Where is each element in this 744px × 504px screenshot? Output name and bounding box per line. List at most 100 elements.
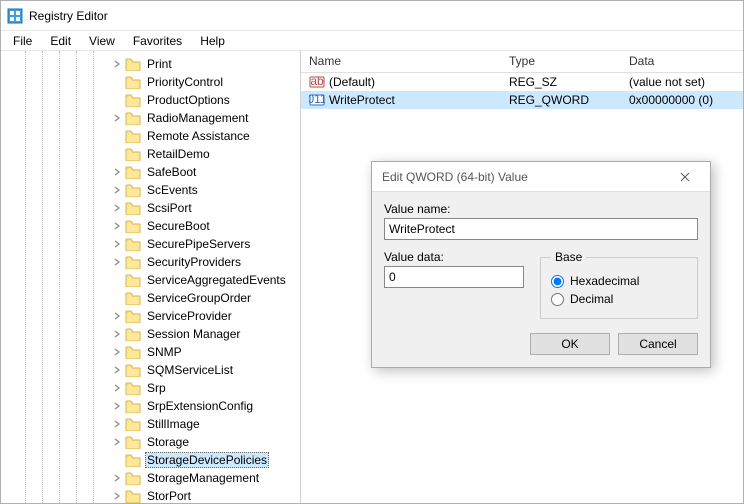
tree-item[interactable]: ScEvents	[1, 181, 300, 199]
folder-icon	[125, 255, 141, 269]
expander-icon[interactable]	[111, 112, 123, 124]
value-type: REG_QWORD	[501, 93, 621, 107]
radio-dec-input[interactable]	[551, 293, 564, 306]
app-icon	[7, 8, 23, 24]
expander-icon[interactable]	[111, 220, 123, 232]
titlebar[interactable]: Registry Editor	[1, 1, 743, 31]
tree-item-label: StorageManagement	[145, 471, 261, 485]
tree-item[interactable]: SecurePipeServers	[1, 235, 300, 253]
tree-item-label: SecurityProviders	[145, 255, 243, 269]
expander-icon[interactable]	[111, 436, 123, 448]
expander-icon[interactable]	[111, 400, 123, 412]
tree-item[interactable]: SrpExtensionConfig	[1, 397, 300, 415]
values-header[interactable]: Name Type Data	[301, 51, 743, 73]
tree-item[interactable]: StorageDevicePolicies	[1, 451, 300, 469]
expander-icon[interactable]	[111, 238, 123, 250]
tree-item[interactable]: PriorityControl	[1, 73, 300, 91]
expander-icon	[111, 274, 123, 286]
svg-text:ab: ab	[310, 74, 324, 88]
tree-item[interactable]: StorPort	[1, 487, 300, 503]
tree-item-label: StillImage	[145, 417, 202, 431]
svg-text:011: 011	[309, 92, 325, 106]
expander-icon[interactable]	[111, 310, 123, 322]
tree-item-label: PriorityControl	[145, 75, 225, 89]
menu-favorites[interactable]: Favorites	[125, 32, 190, 50]
tree-item[interactable]: SQMServiceList	[1, 361, 300, 379]
radio-hex-label: Hexadecimal	[570, 274, 639, 288]
tree-item[interactable]: ServiceAggregatedEvents	[1, 271, 300, 289]
menu-edit[interactable]: Edit	[42, 32, 79, 50]
menu-view[interactable]: View	[81, 32, 123, 50]
expander-icon[interactable]	[111, 58, 123, 70]
value-row[interactable]: ab(Default)REG_SZ(value not set)	[301, 73, 743, 91]
expander-icon[interactable]	[111, 382, 123, 394]
expander-icon[interactable]	[111, 256, 123, 268]
tree-item[interactable]: ServiceProvider	[1, 307, 300, 325]
tree-item[interactable]: StorageManagement	[1, 469, 300, 487]
tree-item[interactable]: ProductOptions	[1, 91, 300, 109]
expander-icon	[111, 148, 123, 160]
expander-icon[interactable]	[111, 346, 123, 358]
window-title: Registry Editor	[29, 9, 108, 23]
value-data-field[interactable]	[384, 266, 524, 288]
expander-icon[interactable]	[111, 202, 123, 214]
tree-item-label: SecurePipeServers	[145, 237, 252, 251]
folder-icon	[125, 111, 141, 125]
tree-item[interactable]: SNMP	[1, 343, 300, 361]
tree-item[interactable]: Session Manager	[1, 325, 300, 343]
column-header-type[interactable]: Type	[501, 51, 621, 72]
expander-icon	[111, 292, 123, 304]
ok-button[interactable]: OK	[530, 333, 610, 355]
close-icon[interactable]	[670, 167, 700, 187]
expander-icon	[111, 130, 123, 142]
tree-item[interactable]: StillImage	[1, 415, 300, 433]
dialog-title-text: Edit QWORD (64-bit) Value	[382, 170, 528, 184]
value-data-label: Value data:	[384, 250, 524, 264]
tree-item-label: ServiceAggregatedEvents	[145, 273, 288, 287]
tree-item[interactable]: SecurityProviders	[1, 253, 300, 271]
expander-icon[interactable]	[111, 184, 123, 196]
column-header-data[interactable]: Data	[621, 51, 743, 72]
values-list[interactable]: ab(Default)REG_SZ(value not set)011Write…	[301, 73, 743, 109]
tree-item[interactable]: Storage	[1, 433, 300, 451]
folder-icon	[125, 273, 141, 287]
column-header-name[interactable]: Name	[301, 51, 501, 72]
registry-tree[interactable]: Print PriorityControl ProductOptionsRadioM…	[1, 55, 300, 503]
expander-icon[interactable]	[111, 328, 123, 340]
menu-file[interactable]: File	[5, 32, 40, 50]
value-name-field[interactable]	[384, 218, 698, 240]
expander-icon[interactable]	[111, 166, 123, 178]
edit-qword-dialog: Edit QWORD (64-bit) Value Value name: Va…	[371, 161, 711, 368]
tree-item[interactable]: RetailDemo	[1, 145, 300, 163]
folder-icon	[125, 309, 141, 323]
expander-icon[interactable]	[111, 418, 123, 430]
tree-pane[interactable]: Print PriorityControl ProductOptionsRadioM…	[1, 51, 301, 503]
dialog-titlebar[interactable]: Edit QWORD (64-bit) Value	[372, 162, 710, 192]
tree-item-label: Remote Assistance	[145, 129, 252, 143]
tree-item[interactable]: Srp	[1, 379, 300, 397]
radio-hex[interactable]: Hexadecimal	[551, 274, 687, 288]
tree-item[interactable]: ScsiPort	[1, 199, 300, 217]
radio-hex-input[interactable]	[551, 275, 564, 288]
tree-item[interactable]: Remote Assistance	[1, 127, 300, 145]
tree-item[interactable]: Print	[1, 55, 300, 73]
tree-item[interactable]: RadioManagement	[1, 109, 300, 127]
value-row[interactable]: 011WriteProtectREG_QWORD0x00000000 (0)	[301, 91, 743, 109]
cancel-button[interactable]: Cancel	[618, 333, 698, 355]
tree-item-label: RetailDemo	[145, 147, 212, 161]
tree-item[interactable]: ServiceGroupOrder	[1, 289, 300, 307]
tree-item-label: SrpExtensionConfig	[145, 399, 255, 413]
menu-help[interactable]: Help	[192, 32, 233, 50]
tree-item[interactable]: SecureBoot	[1, 217, 300, 235]
expander-icon[interactable]	[111, 490, 123, 502]
tree-item-label: Session Manager	[145, 327, 242, 341]
tree-item-label: Storage	[145, 435, 191, 449]
expander-icon[interactable]	[111, 472, 123, 484]
tree-item-label: SNMP	[145, 345, 184, 359]
tree-item-label: StorPort	[145, 489, 193, 503]
expander-icon[interactable]	[111, 364, 123, 376]
expander-icon	[111, 94, 123, 106]
tree-item[interactable]: SafeBoot	[1, 163, 300, 181]
radio-dec[interactable]: Decimal	[551, 292, 687, 306]
value-name-label: Value name:	[384, 202, 698, 216]
